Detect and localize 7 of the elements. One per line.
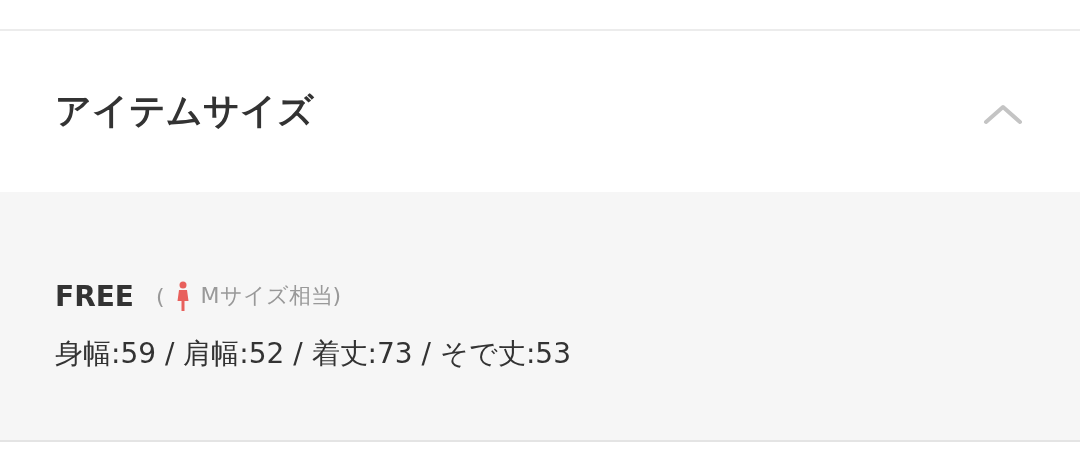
size-equivalent: Mサイズ相当) [200,282,342,310]
measurements: 身幅:59 / 肩幅:52 / 着丈:73 / そで丈:53 [55,335,572,372]
caret-icon[interactable] [983,102,1023,125]
woman-icon [176,281,189,311]
section-title: アイテムサイズ [55,89,314,133]
open-paren: ( [155,283,165,309]
size-label: FREE [55,279,134,313]
